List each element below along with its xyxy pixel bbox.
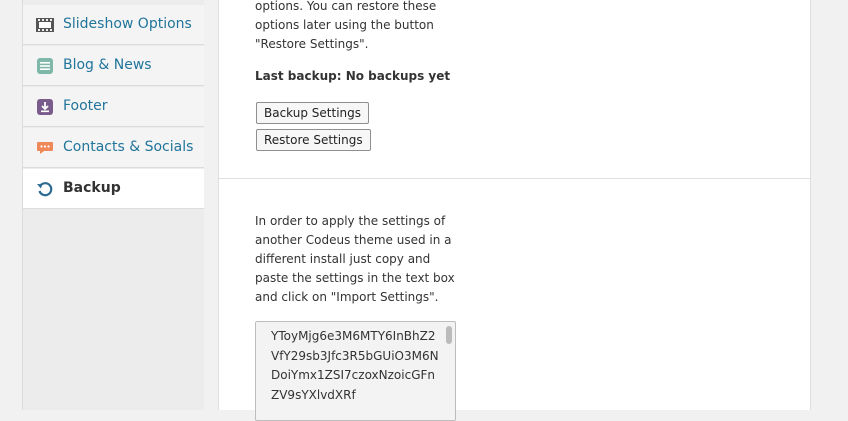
restore-settings-button[interactable]: Restore Settings <box>256 129 371 151</box>
description-line: In order to apply the settings of <box>255 214 446 228</box>
blog-icon <box>37 58 53 74</box>
sidebar-item-blog-news[interactable]: Blog & News <box>23 46 204 86</box>
description-line: paste the settings in the text box <box>255 271 455 285</box>
settings-panel: options. You can restore these options l… <box>218 0 811 421</box>
description-line: different install just copy and <box>255 252 431 266</box>
description-line: options. You can restore these <box>255 0 437 13</box>
slideshow-icon <box>36 18 54 32</box>
backup-section: options. You can restore these options l… <box>219 0 810 179</box>
sidebar-item-backup[interactable]: Backup <box>23 169 204 209</box>
sidebar-item-label: Blog & News <box>63 57 152 73</box>
scrollbar[interactable] <box>446 326 452 344</box>
sidebar-item-footer[interactable]: Footer <box>23 87 204 127</box>
import-settings-textarea[interactable]: YToyMjg6e3M6MTY6InBhZ2VfY29sb3Jfc3R5bGUi… <box>255 321 456 421</box>
import-description: In order to apply the settings of anothe… <box>255 212 465 307</box>
sidebar-item-contacts-socials[interactable]: Contacts & Socials <box>23 128 204 168</box>
sidebar-item-label: Contacts & Socials <box>63 139 194 155</box>
description-line: another Codeus theme used in a <box>255 233 452 247</box>
last-backup-status: Last backup: No backups yet <box>255 69 451 83</box>
description-line: and click on "Import Settings". <box>255 290 439 304</box>
footer-icon <box>37 99 53 115</box>
backup-settings-button[interactable]: Backup Settings <box>256 102 370 124</box>
backup-description: options. You can restore these options l… <box>255 0 465 54</box>
description-line: "Restore Settings". <box>255 37 369 51</box>
sidebar-item-label: Backup <box>63 180 121 196</box>
settings-text: YToyMjg6e3M6MTY6InBhZ2VfY29sb3Jfc3R5bGUi… <box>271 329 439 402</box>
backup-icon <box>37 182 53 197</box>
description-line: options later using the button <box>255 18 434 32</box>
sidebar-item-label: Slideshow Options <box>63 16 192 32</box>
contacts-icon <box>37 142 53 154</box>
sidebar-item-label: Footer <box>63 98 108 114</box>
settings-sidebar: Slideshow Options Blog & News Footer Con… <box>22 0 204 410</box>
sidebar-item-slideshow-options[interactable]: Slideshow Options <box>23 5 204 45</box>
